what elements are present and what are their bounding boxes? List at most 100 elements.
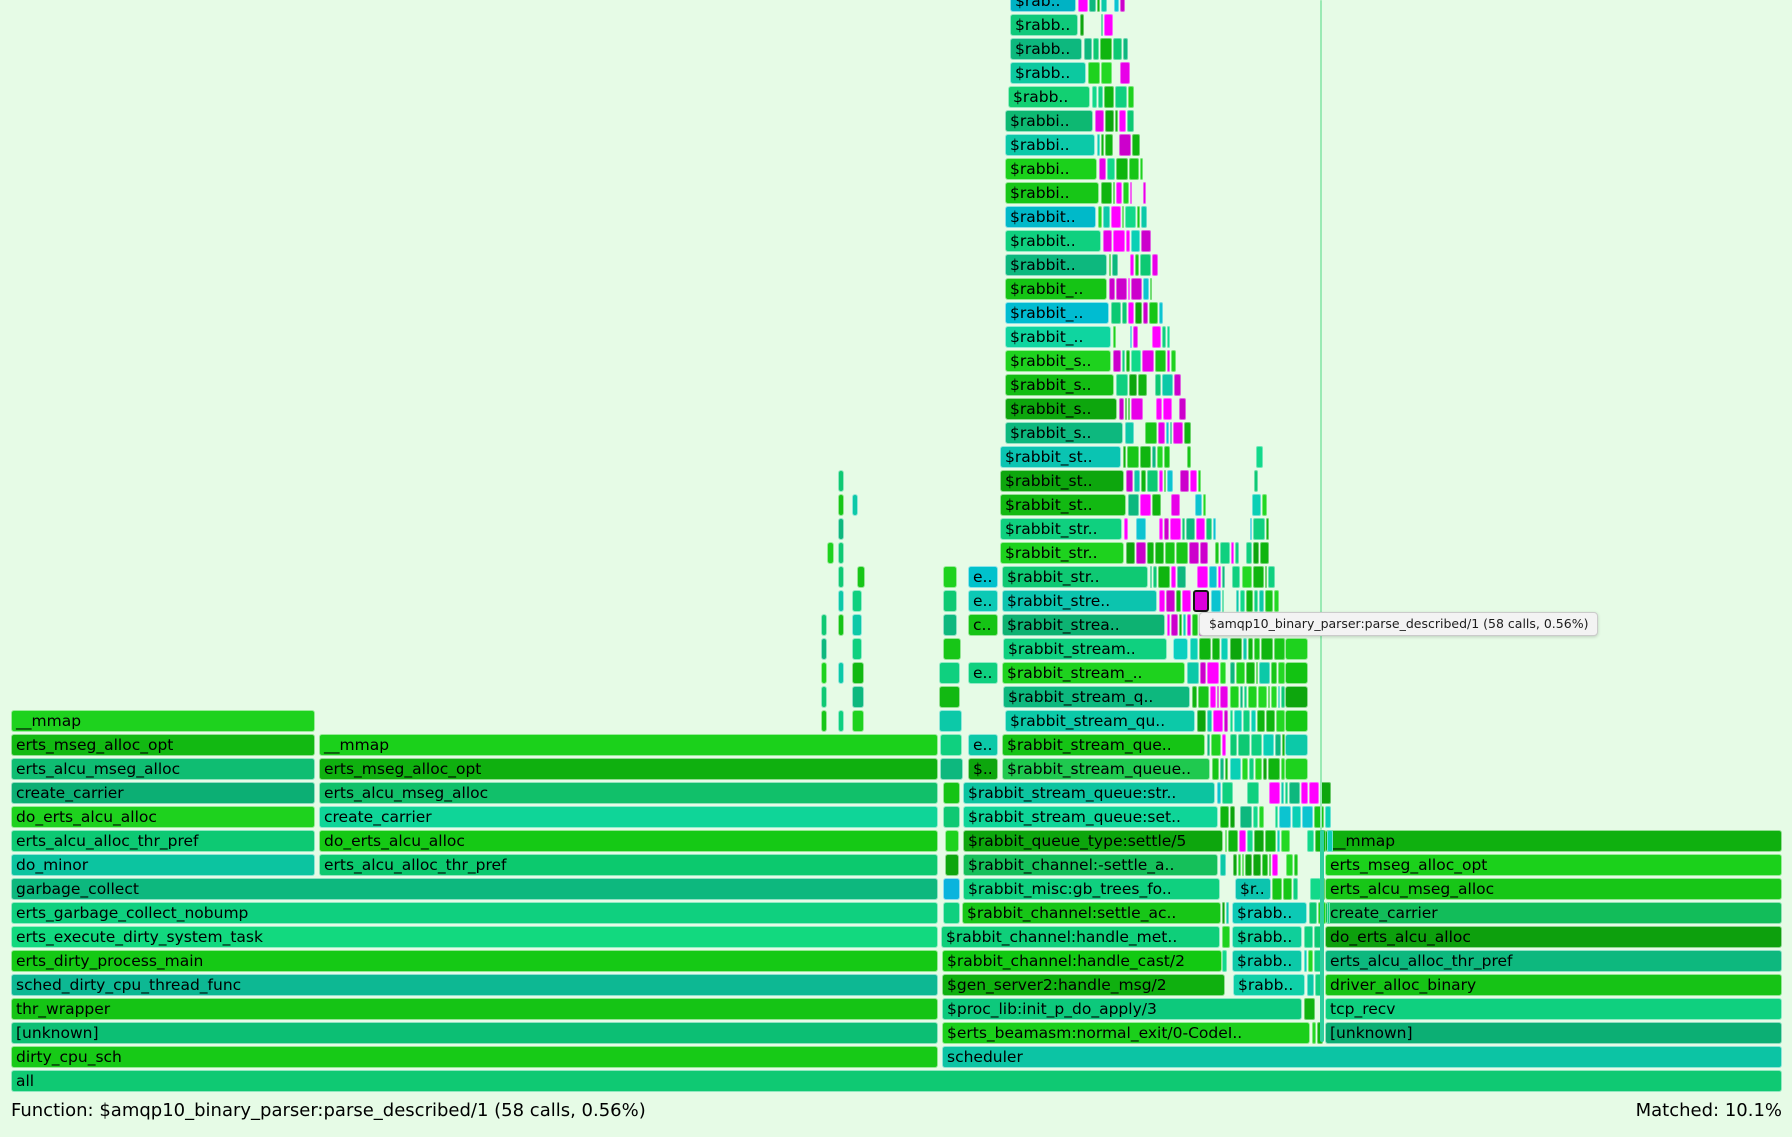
flame-frame-sliver[interactable] [1113, 182, 1115, 204]
flame-frame-sliver[interactable] [1112, 254, 1118, 276]
flame-frame[interactable]: $rabb.. [1010, 14, 1078, 36]
flame-frame-match-sliver[interactable] [1220, 686, 1228, 708]
flame-frame[interactable]: $rabbit_s.. [1005, 374, 1114, 396]
flame-frame-sliver[interactable] [1128, 86, 1134, 108]
flame-frame-sliver[interactable] [1320, 830, 1324, 1042]
flame-frame-sliver[interactable] [1171, 350, 1176, 372]
flame-frame-sliver[interactable] [1254, 590, 1258, 612]
flame-frame[interactable]: __mmap [319, 734, 938, 756]
flame-frame-sliver[interactable] [1247, 782, 1259, 804]
flame-frame-sliver[interactable] [1249, 758, 1254, 780]
flame-frame-match-sliver[interactable] [1111, 206, 1121, 228]
flame-frame-sliver[interactable] [1230, 710, 1233, 732]
flame-frame-match-sliver[interactable] [1131, 278, 1142, 300]
flame-frame-sliver[interactable] [1247, 830, 1253, 852]
flame-frame-sliver[interactable] [1176, 542, 1188, 564]
flame-frame-match-sliver[interactable] [1309, 782, 1319, 804]
flame-frame-sliver[interactable] [1186, 518, 1195, 540]
flame-frame-sliver[interactable] [1274, 590, 1279, 612]
flame-frame-sliver[interactable] [1253, 542, 1259, 564]
flame-frame-sliver[interactable] [1266, 710, 1275, 732]
flame-frame-sliver[interactable] [1286, 854, 1293, 876]
flame-frame-match-sliver[interactable] [1143, 302, 1148, 324]
flame-frame-sliver[interactable] [1101, 62, 1112, 84]
flame-frame[interactable] [838, 518, 844, 540]
flame-frame-match-sliver[interactable] [1128, 278, 1130, 300]
flame-frame-match-sliver[interactable] [1171, 566, 1176, 588]
flame-frame-sliver[interactable] [1212, 638, 1220, 660]
flame-frame-match-sliver[interactable] [1104, 14, 1113, 36]
flame-frame-sliver[interactable] [1179, 614, 1182, 636]
flame-frame-sliver[interactable] [1314, 806, 1324, 828]
flame-frame-sliver[interactable] [1222, 950, 1227, 972]
flame-frame[interactable]: c.. [968, 614, 998, 636]
flame-frame-match-sliver[interactable] [1136, 542, 1146, 564]
flame-frame[interactable]: $rabbit_s.. [1005, 350, 1111, 372]
flame-frame-sliver[interactable] [1150, 278, 1152, 300]
flame-frame[interactable] [838, 470, 844, 492]
flame-frame-sliver[interactable] [1222, 782, 1233, 804]
flame-frame-match-sliver[interactable] [1120, 0, 1125, 12]
flame-frame-sliver[interactable] [1211, 590, 1221, 612]
flame-frame[interactable]: $rabbit_misc:gb_trees_fo.. [963, 878, 1220, 900]
flame-frame-sliver[interactable] [1128, 398, 1130, 420]
flame-frame[interactable]: $rabb.. [1233, 974, 1305, 996]
flame-frame-sliver[interactable] [1253, 518, 1265, 540]
flame-frame-sliver[interactable] [1263, 734, 1274, 756]
flame-frame-sliver[interactable] [1138, 374, 1147, 396]
flame-frame-sliver[interactable] [1184, 422, 1191, 444]
flame-frame-sliver[interactable] [1245, 854, 1252, 876]
flame-frame-sliver[interactable] [1098, 206, 1102, 228]
flame-frame-sliver[interactable] [1109, 254, 1111, 276]
flame-frame-sliver[interactable] [1304, 950, 1307, 972]
flame-frame-match-sliver[interactable] [1197, 566, 1208, 588]
flame-frame-sliver[interactable] [1170, 422, 1172, 444]
flame-frame[interactable] [852, 638, 862, 660]
flame-frame-sliver[interactable] [1262, 494, 1267, 516]
flame-frame-sliver[interactable] [1162, 326, 1166, 348]
flame-frame-sliver[interactable] [1127, 110, 1134, 132]
flame-frame-match-sliver[interactable] [1119, 398, 1124, 420]
flame-frame-sliver[interactable] [1104, 86, 1114, 108]
flame-frame-sliver[interactable] [1220, 662, 1226, 684]
flame-frame-sliver[interactable] [1107, 158, 1115, 180]
flame-frame-match-sliver[interactable] [1196, 518, 1205, 540]
flame-frame-match-sliver[interactable] [1272, 854, 1278, 876]
flame-frame[interactable]: [unknown] [11, 1022, 938, 1044]
flame-frame-match-sliver[interactable] [1159, 518, 1163, 540]
flame-frame-match-sliver[interactable] [1103, 230, 1112, 252]
flame-frame[interactable]: garbage_collect [11, 878, 938, 900]
flame-frame[interactable]: erts_dirty_process_main [11, 950, 938, 972]
flame-frame[interactable]: erts_garbage_collect_nobump [11, 902, 938, 924]
flame-frame-match-sliver[interactable] [1078, 0, 1088, 12]
flame-frame[interactable] [852, 590, 862, 612]
flame-frame[interactable]: __mmap [1325, 830, 1782, 852]
flame-frame-sliver[interactable] [1244, 686, 1247, 708]
flame-frame[interactable]: e.. [968, 566, 998, 588]
flame-frame-sliver[interactable] [1123, 182, 1129, 204]
flame-frame[interactable] [821, 686, 827, 708]
flame-frame[interactable] [821, 614, 827, 636]
flame-frame-sliver[interactable] [1141, 470, 1146, 492]
flame-frame-sliver[interactable] [1251, 710, 1256, 732]
flame-frame-match-sliver[interactable] [1170, 518, 1181, 540]
flame-frame-sliver[interactable] [1234, 710, 1242, 732]
flame-frame[interactable]: $rabbit.. [1005, 254, 1107, 276]
flame-frame-match-sliver[interactable] [1095, 110, 1104, 132]
flame-frame-match-sliver[interactable] [1124, 518, 1128, 540]
flame-frame-sliver[interactable] [1097, 0, 1100, 12]
flame-frame-sliver[interactable] [1302, 806, 1313, 828]
flame-frame-sliver[interactable] [1233, 854, 1237, 876]
flame-frame-sliver[interactable] [1187, 662, 1199, 684]
flame-frame-sliver[interactable] [1126, 542, 1135, 564]
flame-frame[interactable] [943, 902, 960, 924]
flame-frame-sliver[interactable] [1115, 86, 1127, 108]
flame-frame[interactable]: erts_alcu_mseg_alloc [1325, 878, 1782, 900]
flame-frame-sliver[interactable] [1293, 878, 1298, 900]
flame-frame[interactable]: erts_mseg_alloc_opt [319, 758, 938, 780]
flame-frame-match-sliver[interactable] [1200, 662, 1206, 684]
flame-frame-match-sliver[interactable] [1231, 542, 1234, 564]
flame-frame-sliver[interactable] [1275, 734, 1281, 756]
flame-frame-sliver[interactable] [1254, 470, 1258, 492]
flame-frame[interactable]: $rabbi.. [1005, 134, 1095, 156]
